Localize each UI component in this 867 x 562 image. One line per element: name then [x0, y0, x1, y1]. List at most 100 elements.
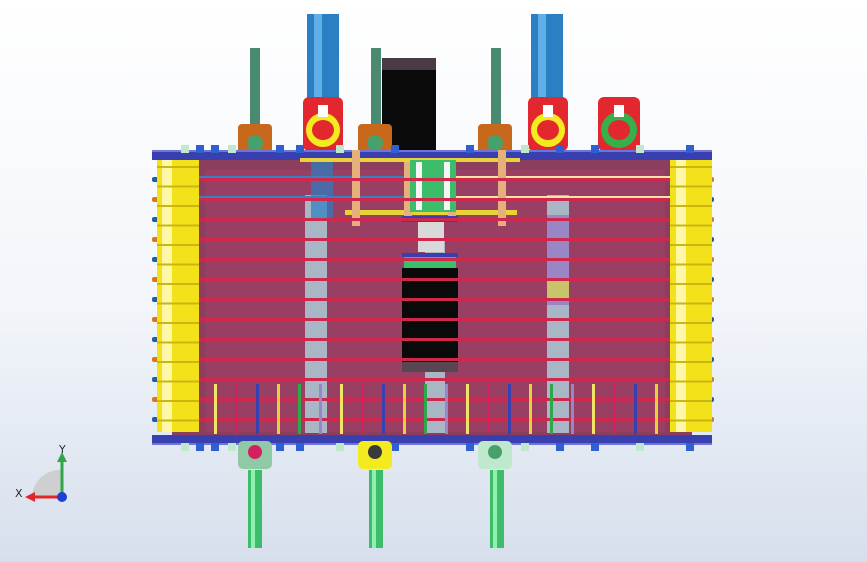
- coil-band-right: [670, 341, 712, 344]
- coil-band-left: [157, 361, 199, 363]
- pin: [382, 384, 385, 434]
- axis-triad-icon: Y X: [15, 443, 67, 502]
- tie-rod: [158, 358, 710, 361]
- coil-band-right: [670, 205, 712, 207]
- valve-top-left: [303, 97, 343, 151]
- coil-band-left: [157, 224, 199, 227]
- pin: [361, 384, 364, 434]
- fitting-bottom: [196, 443, 204, 451]
- fitting-bottom: [211, 443, 219, 451]
- pin: [445, 384, 448, 434]
- pin: [256, 384, 259, 434]
- shaft-top-3: [491, 48, 501, 128]
- coil-band-left: [157, 419, 199, 422]
- pin: [214, 384, 217, 434]
- fitting-top: [591, 145, 599, 153]
- pin: [298, 384, 301, 434]
- coil-band-left: [157, 322, 199, 324]
- tie-rod: [158, 218, 710, 221]
- axis-x-label: X: [15, 487, 23, 500]
- cylinder-left-rod: [311, 160, 333, 220]
- pin: [277, 384, 280, 434]
- coil-band-left: [157, 302, 199, 305]
- tie-rod: [158, 258, 710, 261]
- tie-rod: [158, 378, 710, 381]
- cylinder-right-highlight: [538, 14, 546, 100]
- pin: [529, 384, 532, 434]
- coil-left: [157, 160, 199, 432]
- gear-assembly-top-3: [478, 124, 512, 154]
- pin: [319, 384, 322, 434]
- valve-bottom-1: [238, 441, 272, 469]
- pin: [235, 384, 238, 434]
- fitting-bottom: [181, 443, 189, 451]
- pin: [655, 384, 658, 434]
- coil-right: [670, 160, 712, 432]
- pin: [550, 384, 553, 434]
- shaft-bottom-2-hl: [372, 470, 376, 548]
- pin: [634, 384, 637, 434]
- cad-viewport[interactable]: Y X: [0, 0, 867, 562]
- fitting-bottom: [276, 443, 284, 451]
- coil-band-left: [157, 185, 199, 188]
- coil-band-right: [670, 263, 712, 266]
- coil-band-right: [670, 244, 712, 246]
- tie-rod: [158, 278, 710, 281]
- cylinder-left-highlight: [314, 14, 322, 100]
- tie-rod: [158, 178, 710, 181]
- cylinder-right: [531, 14, 563, 100]
- coil-band-left: [157, 380, 199, 383]
- coil-band-right: [670, 400, 712, 402]
- pin: [613, 384, 616, 434]
- axis-z-dot: [57, 492, 67, 502]
- coil-band-right: [670, 166, 712, 168]
- center-core-top-cap: [382, 58, 436, 70]
- fitting-top: [196, 145, 204, 153]
- fitting-bottom: [336, 443, 344, 451]
- gear-assembly-top-1: [238, 124, 272, 154]
- fitting-bottom: [686, 443, 694, 451]
- column-left: [305, 195, 327, 433]
- pin: [403, 384, 406, 434]
- fitting-top: [636, 145, 644, 153]
- coil-band-left: [157, 341, 199, 344]
- fitting-top: [181, 145, 189, 153]
- fitting-bottom: [556, 443, 564, 451]
- fitting-bottom: [391, 443, 399, 451]
- valve-bottom-3: [478, 441, 512, 469]
- coil-band-right: [670, 419, 712, 422]
- coil-band-left: [157, 244, 199, 246]
- valve-top-right-yellow: [528, 97, 568, 151]
- coil-band-right: [670, 380, 712, 383]
- tie-rod: [158, 398, 710, 401]
- fitting-top: [686, 145, 694, 153]
- fitting-bottom: [466, 443, 474, 451]
- fitting-bottom: [228, 443, 236, 451]
- assembly-model[interactable]: Y X: [0, 0, 867, 562]
- fitting-bottom: [521, 443, 529, 451]
- coil-band-left: [157, 205, 199, 207]
- pin: [592, 384, 595, 434]
- fitting-top: [391, 145, 399, 153]
- tie-rod: [158, 238, 710, 241]
- center-core-bottom-cap: [402, 362, 458, 372]
- coil-band-left: [157, 400, 199, 402]
- post-1: [352, 150, 360, 226]
- coil-band-right: [670, 283, 712, 285]
- pin: [571, 384, 574, 434]
- coil-band-right: [670, 224, 712, 227]
- axis-y-label: Y: [58, 443, 66, 456]
- tie-rod: [158, 418, 710, 421]
- shaft-top-2: [371, 48, 381, 128]
- gear-assembly-top-2: [358, 124, 392, 154]
- pin: [466, 384, 469, 434]
- post-2: [498, 150, 506, 226]
- fitting-top: [556, 145, 564, 153]
- shaft-top-1: [250, 48, 260, 128]
- pin: [424, 384, 427, 434]
- valve-top-right-green: [598, 97, 640, 151]
- coil-band-right: [670, 185, 712, 188]
- pin: [508, 384, 511, 434]
- valve-bottom-2: [358, 441, 392, 469]
- tie-rod: [158, 318, 710, 321]
